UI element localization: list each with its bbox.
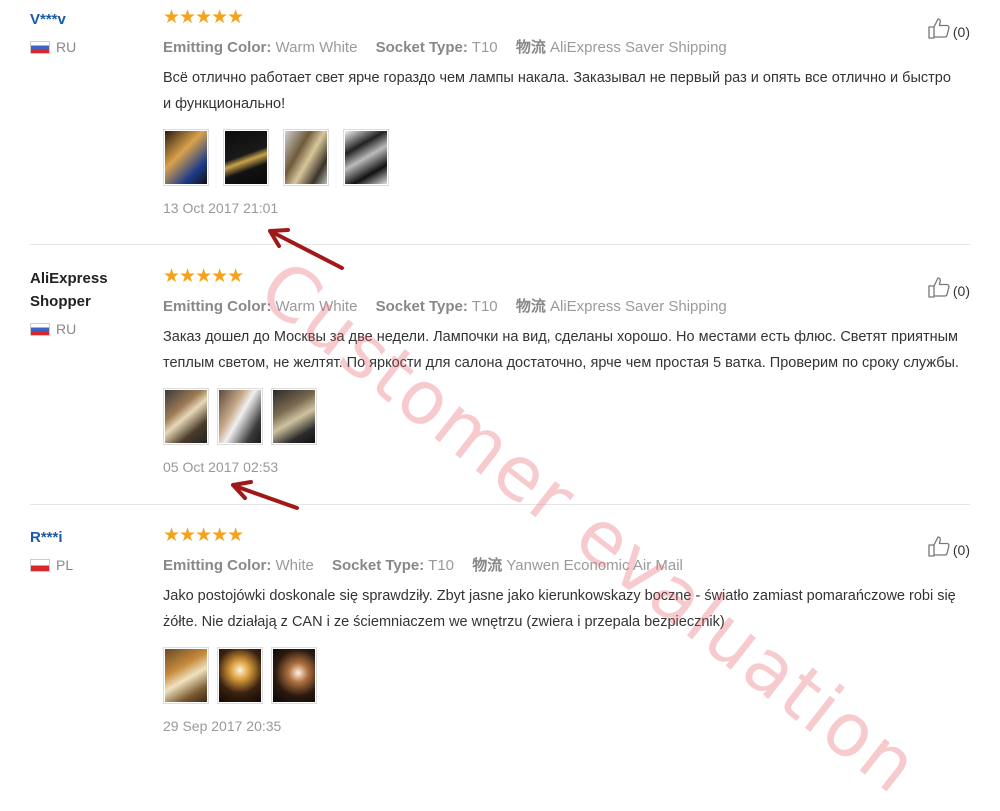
review-photo[interactable]: [223, 129, 269, 186]
color-label: Emitting Color:: [163, 557, 272, 574]
review-photo[interactable]: [283, 129, 329, 186]
reviewer-info: V***v RU: [30, 8, 150, 55]
review-body: ★★★★★ Emitting Color: Warm White Socket …: [163, 267, 963, 475]
product-properties: Emitting Color: Warm White Socket Type: …: [163, 295, 963, 316]
like-count: (0): [952, 542, 970, 558]
review-photos: [163, 647, 963, 704]
product-properties: Emitting Color: Warm White Socket Type: …: [163, 36, 963, 57]
review-date: 29 Sep 2017 20:35: [163, 718, 282, 734]
review-photo[interactable]: [163, 388, 209, 445]
socket-label: Socket Type:: [332, 557, 425, 574]
review-photos: [163, 388, 963, 445]
review-photo[interactable]: [271, 388, 317, 445]
review-text: Заказ дошел до Москвы за две недели. Лам…: [163, 329, 959, 371]
review-date: 05 Oct 2017 02:53: [163, 459, 279, 475]
review-body: ★★★★★ Emitting Color: White Socket Type:…: [163, 526, 963, 734]
star-rating: ★★★★★: [163, 7, 244, 28]
review-divider: [30, 504, 970, 505]
reviewer-info: R***i PL: [30, 526, 150, 573]
russia-flag-icon: [30, 322, 50, 336]
arrow-icon: [231, 480, 299, 510]
color-value: Warm White: [275, 39, 358, 56]
reviewer-name[interactable]: R***i: [30, 526, 150, 549]
product-properties: Emitting Color: White Socket Type: T10 物…: [163, 554, 963, 575]
review-photo[interactable]: [343, 129, 389, 186]
shipping-label: 物流: [472, 557, 503, 574]
socket-label: Socket Type:: [375, 298, 468, 315]
review-text: Всё отлично работает свет ярче гораздо ч…: [163, 70, 951, 112]
shipping-label: 物流: [515, 298, 546, 315]
socket-label: Socket Type:: [375, 39, 468, 56]
reviewer-country: RU: [30, 321, 150, 337]
russia-flag-icon: [30, 40, 50, 54]
reviewer-country: PL: [30, 557, 150, 573]
socket-value: T10: [471, 39, 498, 56]
shipping-value: AliExpress Saver Shipping: [550, 298, 727, 315]
thumbs-up-icon: [928, 536, 950, 557]
reviewer-info: AliExpress Shopper RU: [30, 267, 150, 337]
color-value: Warm White: [275, 298, 358, 315]
color-value: White: [275, 557, 314, 574]
country-code: PL: [56, 557, 74, 573]
thumbs-up-icon: [928, 18, 950, 39]
reviewer-name[interactable]: V***v: [30, 8, 150, 31]
poland-flag-icon: [30, 558, 50, 572]
socket-value: T10: [428, 557, 455, 574]
like-count: (0): [952, 24, 970, 40]
shipping-value: AliExpress Saver Shipping: [550, 39, 727, 56]
shipping-label: 物流: [515, 39, 546, 56]
review-photo[interactable]: [163, 647, 209, 704]
reviewer-name: AliExpress Shopper: [30, 270, 108, 310]
color-label: Emitting Color:: [163, 298, 272, 315]
shipping-value: Yanwen Economic Air Mail: [506, 557, 683, 574]
like-button[interactable]: (0): [927, 275, 970, 299]
country-code: RU: [56, 39, 77, 55]
review-photo[interactable]: [163, 129, 209, 186]
review-text: Jako postojówki doskonale się sprawdziły…: [163, 588, 956, 630]
review-photo[interactable]: [271, 647, 317, 704]
like-count: (0): [952, 283, 970, 299]
review-date: 13 Oct 2017 21:01: [163, 200, 279, 216]
country-code: RU: [56, 321, 77, 337]
reviewer-country: RU: [30, 39, 150, 55]
star-rating: ★★★★★: [163, 525, 244, 546]
review-photos: [163, 129, 963, 186]
thumbs-up-icon: [928, 277, 950, 298]
star-rating: ★★★★★: [163, 266, 244, 287]
socket-value: T10: [471, 298, 498, 315]
like-button[interactable]: (0): [927, 16, 970, 40]
review-divider: [30, 244, 970, 245]
review-photo[interactable]: [217, 647, 263, 704]
review-photo[interactable]: [217, 388, 263, 445]
color-label: Emitting Color:: [163, 39, 272, 56]
like-button[interactable]: (0): [927, 534, 970, 558]
review-body: ★★★★★ Emitting Color: Warm White Socket …: [163, 8, 963, 216]
